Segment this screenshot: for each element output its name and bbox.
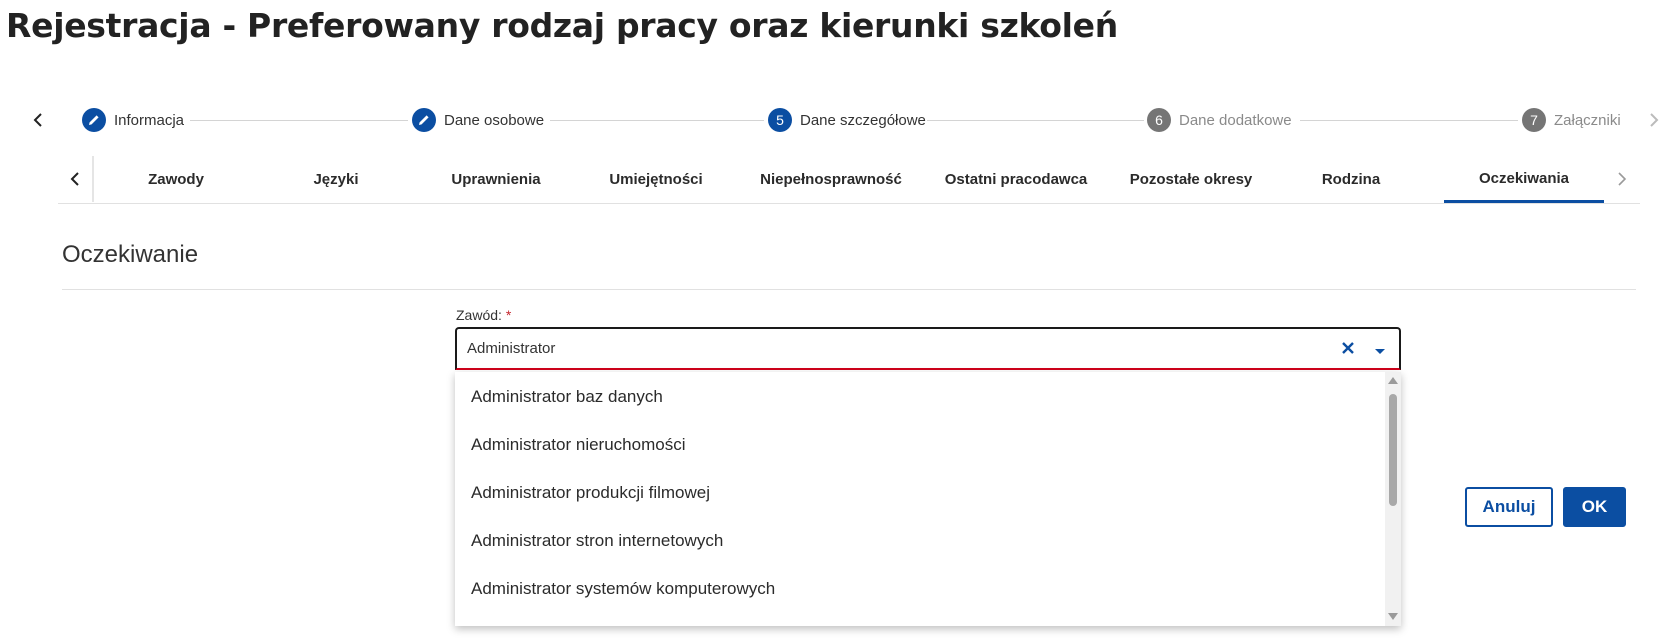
tabs-scroll-left-button[interactable] [58,156,94,202]
pencil-icon [412,108,436,132]
step-dane-dodatkowe[interactable]: 6 Dane dodatkowe [1147,108,1292,132]
ok-button[interactable]: OK [1563,487,1626,527]
list-item[interactable]: Administrator produkcji filmowej [471,483,710,503]
section-title: Oczekiwanie [62,241,199,268]
stepper-next-button[interactable] [1642,108,1666,132]
chevron-left-icon [70,172,79,186]
dropdown-toggle-button[interactable] [1373,343,1387,354]
dropdown-scrollbar[interactable] [1385,372,1401,626]
tab-jezyki[interactable]: Języki [256,156,416,203]
scroll-up-arrow-icon[interactable] [1388,377,1398,384]
chevron-left-icon [33,113,42,127]
pencil-icon [82,108,106,132]
tab-pozostale-okresy[interactable]: Pozostałe okresy [1106,156,1276,203]
step-dane-osobowe[interactable]: Dane osobowe [412,108,545,132]
tab-umiejetnosci[interactable]: Umiejętności [576,156,736,203]
section-divider [62,289,1636,290]
step-label: Dane szczegółowe [800,111,926,129]
tabs-scroll-right-button[interactable] [1604,156,1640,202]
caret-down-icon [1375,349,1385,354]
tab-rodzina[interactable]: Rodzina [1276,156,1426,203]
step-label: Załączniki [1554,111,1621,129]
step-zalaczniki[interactable]: 7 Załączniki [1522,108,1621,132]
cancel-button[interactable]: Anuluj [1465,487,1553,527]
scroll-thumb[interactable] [1389,394,1397,506]
tab-niepelnosprawnosc[interactable]: Niepełnosprawność [736,156,926,203]
required-mark: * [505,307,512,323]
step-dane-szczegolowe[interactable]: 5 Dane szczegółowe [768,108,926,132]
clear-button[interactable] [1339,339,1357,357]
tab-oczekiwania[interactable]: Oczekiwania [1444,156,1604,203]
tab-zawody[interactable]: Zawody [96,156,256,203]
stepper-prev-button[interactable] [26,108,50,132]
page-title: Rejestracja - Preferowany rodzaj pracy o… [6,6,1118,45]
step-informacja[interactable]: Informacja [82,108,185,132]
close-icon [1342,342,1354,354]
step-number: 5 [768,108,792,132]
list-item[interactable]: Administrator baz danych [471,387,663,407]
step-number: 7 [1522,108,1546,132]
step-label: Dane dodatkowe [1179,111,1292,129]
zawod-input[interactable] [467,329,1267,368]
zawod-dropdown-list: Administrator baz danych Administrator n… [455,372,1401,626]
list-item[interactable]: Administrator systemów komputerowych [471,579,775,599]
step-label: Dane osobowe [444,111,545,129]
tab-ostatni-pracodawca[interactable]: Ostatni pracodawca [926,156,1106,203]
detail-tabs: Zawody Języki Uprawnienia Umiejętności N… [58,156,1640,204]
list-item[interactable]: Administrator stron internetowych [471,531,723,551]
list-item[interactable]: Administrator nieruchomości [471,435,685,455]
registration-stepper: Informacja Dane osobowe 5 Dane szczegóło… [0,100,1675,140]
zawod-combobox[interactable] [455,327,1401,370]
zawod-label-text: Zawód: [456,307,502,323]
chevron-right-icon [1618,172,1627,186]
chevron-right-icon [1650,113,1659,127]
step-label: Informacja [114,111,185,129]
step-number: 6 [1147,108,1171,132]
tab-uprawnienia[interactable]: Uprawnienia [416,156,576,203]
zawod-label: Zawód: * [456,307,511,323]
scroll-down-arrow-icon[interactable] [1388,613,1398,620]
